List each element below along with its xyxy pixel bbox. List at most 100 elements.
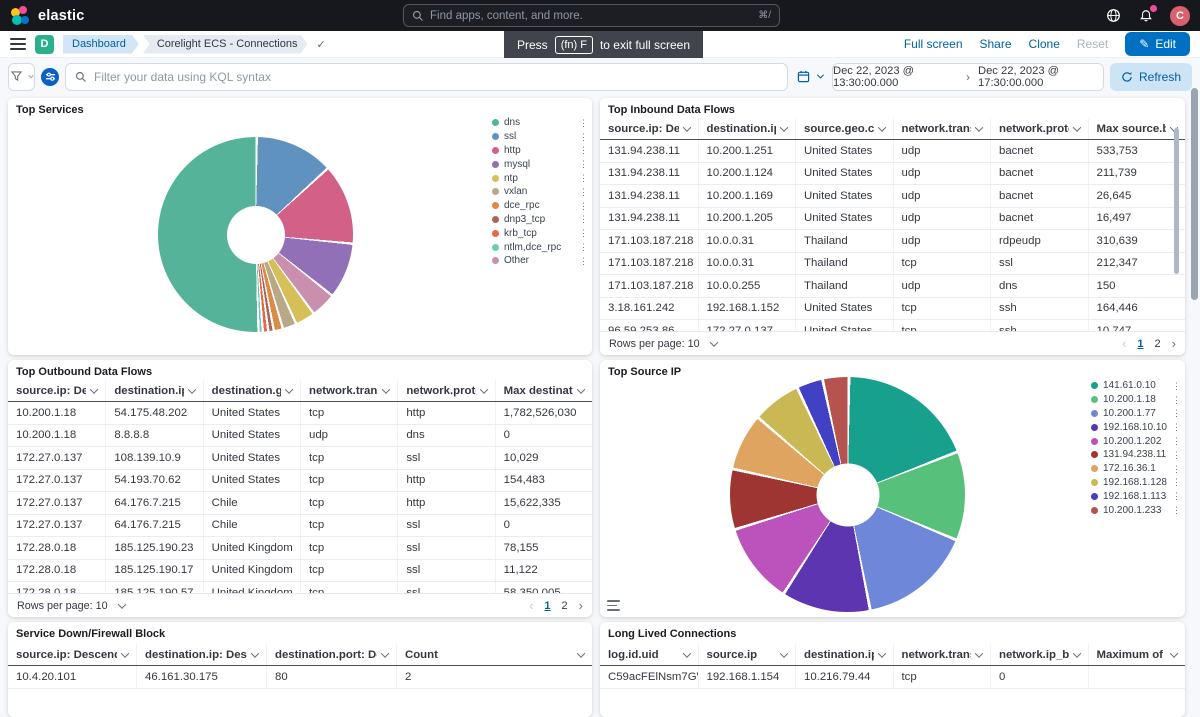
column-header[interactable]: source.geo.cou... — [795, 118, 893, 139]
top-services-donut-chart[interactable] — [158, 137, 353, 332]
legend-item-menu-icon[interactable]: ⋮ — [1172, 436, 1181, 446]
column-header[interactable]: network.transp... — [300, 380, 397, 401]
column-header[interactable]: source.ip: Desc... — [600, 118, 698, 139]
date-from[interactable]: Dec 22, 2023 @ 13:30:00.000 — [833, 65, 958, 89]
page-scrollbar[interactable] — [1191, 88, 1198, 300]
column-header[interactable]: destination.ip: ... — [698, 118, 796, 139]
date-range-picker[interactable]: Dec 22, 2023 @ 13:30:00.000 › Dec 22, 20… — [832, 63, 1104, 91]
global-search-input[interactable] — [430, 10, 752, 22]
legend-item[interactable]: vxlan⋮ — [492, 185, 588, 199]
column-header[interactable]: destination.ip — [795, 644, 893, 665]
rows-per-page-control[interactable]: Rows per page: 10 — [609, 338, 717, 350]
legend-item[interactable]: 10.200.1.18⋮ — [1091, 393, 1181, 407]
legend-item[interactable]: dns⋮ — [492, 116, 588, 130]
next-page-icon[interactable]: › — [1172, 336, 1176, 351]
legend-item-menu-icon[interactable]: ⋮ — [1172, 477, 1181, 487]
user-avatar[interactable]: C — [1170, 6, 1190, 26]
legend-item[interactable]: dce_rpc⋮ — [492, 199, 588, 213]
legend-item[interactable]: Other⋮ — [492, 254, 588, 268]
legend-item-menu-icon[interactable]: ⋮ — [579, 187, 588, 197]
legend-item-menu-icon[interactable]: ⋮ — [1172, 408, 1181, 418]
prev-page-icon[interactable]: ‹ — [1122, 336, 1126, 351]
column-header[interactable]: network.transp... — [893, 118, 991, 139]
legend-item-menu-icon[interactable]: ⋮ — [1172, 464, 1181, 474]
legend-item[interactable]: mysql⋮ — [492, 157, 588, 171]
legend-item-menu-icon[interactable]: ⋮ — [1172, 381, 1181, 391]
column-header[interactable]: destination.geo.... — [203, 380, 300, 401]
column-header[interactable]: destination.ip: ... — [105, 380, 202, 401]
column-header[interactable]: network.transport — [893, 644, 991, 665]
breadcrumb-current[interactable]: Corelight ECS - Connections — [143, 35, 308, 54]
column-header[interactable]: destination.port: Descending — [266, 644, 396, 665]
page-number[interactable]: 1 — [544, 600, 550, 612]
global-search[interactable]: ⌘/ — [403, 4, 780, 27]
legend-item-menu-icon[interactable]: ⋮ — [579, 228, 588, 238]
legend-item-menu-icon[interactable]: ⋮ — [1172, 491, 1181, 501]
legend-item[interactable]: 10.200.1.77⋮ — [1091, 407, 1181, 421]
column-header[interactable]: source.ip — [698, 644, 796, 665]
kql-query-bar[interactable] — [65, 63, 788, 91]
legend-item-menu-icon[interactable]: ⋮ — [1172, 505, 1181, 515]
column-header[interactable]: Count — [396, 644, 592, 665]
filter-controls-icon[interactable] — [41, 68, 59, 86]
table-scrollbar[interactable] — [1174, 128, 1179, 274]
legend-item[interactable]: 192.168.10.105⋮ — [1091, 420, 1181, 434]
legend-item-menu-icon[interactable]: ⋮ — [1172, 450, 1181, 460]
legend-item[interactable]: 141.61.0.10⋮ — [1091, 379, 1181, 393]
help-icon[interactable] — [1104, 7, 1122, 25]
page-number[interactable]: 1 — [1137, 338, 1143, 350]
column-header[interactable]: destination.ip: Descending — [136, 644, 266, 665]
legend-item-menu-icon[interactable]: ⋮ — [1172, 422, 1181, 432]
legend-item-menu-icon[interactable]: ⋮ — [579, 159, 588, 169]
add-filter-button[interactable] — [8, 63, 35, 91]
date-to[interactable]: Dec 22, 2023 @ 17:30:00.000 — [978, 65, 1103, 89]
kql-query-input[interactable] — [94, 70, 778, 84]
legend-item-menu-icon[interactable]: ⋮ — [579, 214, 588, 224]
next-page-icon[interactable]: › — [579, 598, 583, 613]
notifications-bell-icon[interactable] — [1137, 7, 1155, 25]
legend-item[interactable]: ntlm,dce_rpc⋮ — [492, 240, 588, 254]
page-number[interactable]: 2 — [1155, 338, 1161, 350]
legend-item[interactable]: ntp⋮ — [492, 171, 588, 185]
legend-item[interactable]: 10.200.1.202⋮ — [1091, 434, 1181, 448]
page-number[interactable]: 2 — [562, 600, 568, 612]
column-header[interactable]: network.ip_bytes — [990, 644, 1088, 665]
legend-item[interactable]: 131.94.238.11⋮ — [1091, 448, 1181, 462]
legend-item-menu-icon[interactable]: ⋮ — [579, 145, 588, 155]
dashboard-app-icon[interactable]: D — [35, 35, 54, 54]
legend-item-menu-icon[interactable]: ⋮ — [579, 201, 588, 211]
edit-button[interactable]: ✎Edit — [1125, 32, 1190, 56]
full-screen-button[interactable]: Full screen — [904, 37, 963, 51]
column-header[interactable]: network.protoc... — [397, 380, 494, 401]
legend-item[interactable]: 192.168.1.128⋮ — [1091, 476, 1181, 490]
refresh-button[interactable]: Refresh — [1110, 63, 1192, 91]
legend-item[interactable]: 192.168.1.113⋮ — [1091, 489, 1181, 503]
legend-item[interactable]: http⋮ — [492, 144, 588, 158]
clone-button[interactable]: Clone — [1029, 37, 1060, 51]
rows-per-page-control[interactable]: Rows per page: 10 — [17, 600, 125, 612]
legend-item-menu-icon[interactable]: ⋮ — [579, 118, 588, 128]
legend-item[interactable]: 10.200.1.233⋮ — [1091, 503, 1181, 517]
legend-item[interactable]: dnp3_tcp⋮ — [492, 213, 588, 227]
top-source-ip-donut-chart[interactable] — [730, 377, 965, 612]
legend-toggle-icon[interactable] — [607, 600, 620, 611]
menu-hamburger-icon[interactable] — [10, 38, 26, 50]
column-header[interactable]: network.protoc... — [990, 118, 1088, 139]
legend-item-menu-icon[interactable]: ⋮ — [579, 242, 588, 252]
column-header[interactable]: Maximum of event — [1088, 644, 1186, 665]
date-quick-menu-button[interactable] — [794, 70, 826, 83]
legend-item[interactable]: krb_tcp⋮ — [492, 226, 588, 240]
legend-item-menu-icon[interactable]: ⋮ — [579, 256, 588, 266]
legend-item[interactable]: ssl⋮ — [492, 130, 588, 144]
column-header[interactable]: Max destination... — [495, 380, 592, 401]
column-header[interactable]: Max source.bytes — [1088, 118, 1186, 139]
column-header[interactable]: source.ip: Descending — [8, 644, 136, 665]
legend-item[interactable]: 172.16.36.1⋮ — [1091, 462, 1181, 476]
prev-page-icon[interactable]: ‹ — [529, 598, 533, 613]
share-button[interactable]: Share — [980, 37, 1012, 51]
breadcrumb-dashboard[interactable]: Dashboard — [63, 35, 139, 54]
column-header[interactable]: source.ip: Desc... — [8, 380, 105, 401]
legend-item-menu-icon[interactable]: ⋮ — [579, 132, 588, 142]
column-header[interactable]: log.id.uid — [600, 644, 698, 665]
legend-item-menu-icon[interactable]: ⋮ — [1172, 395, 1181, 405]
